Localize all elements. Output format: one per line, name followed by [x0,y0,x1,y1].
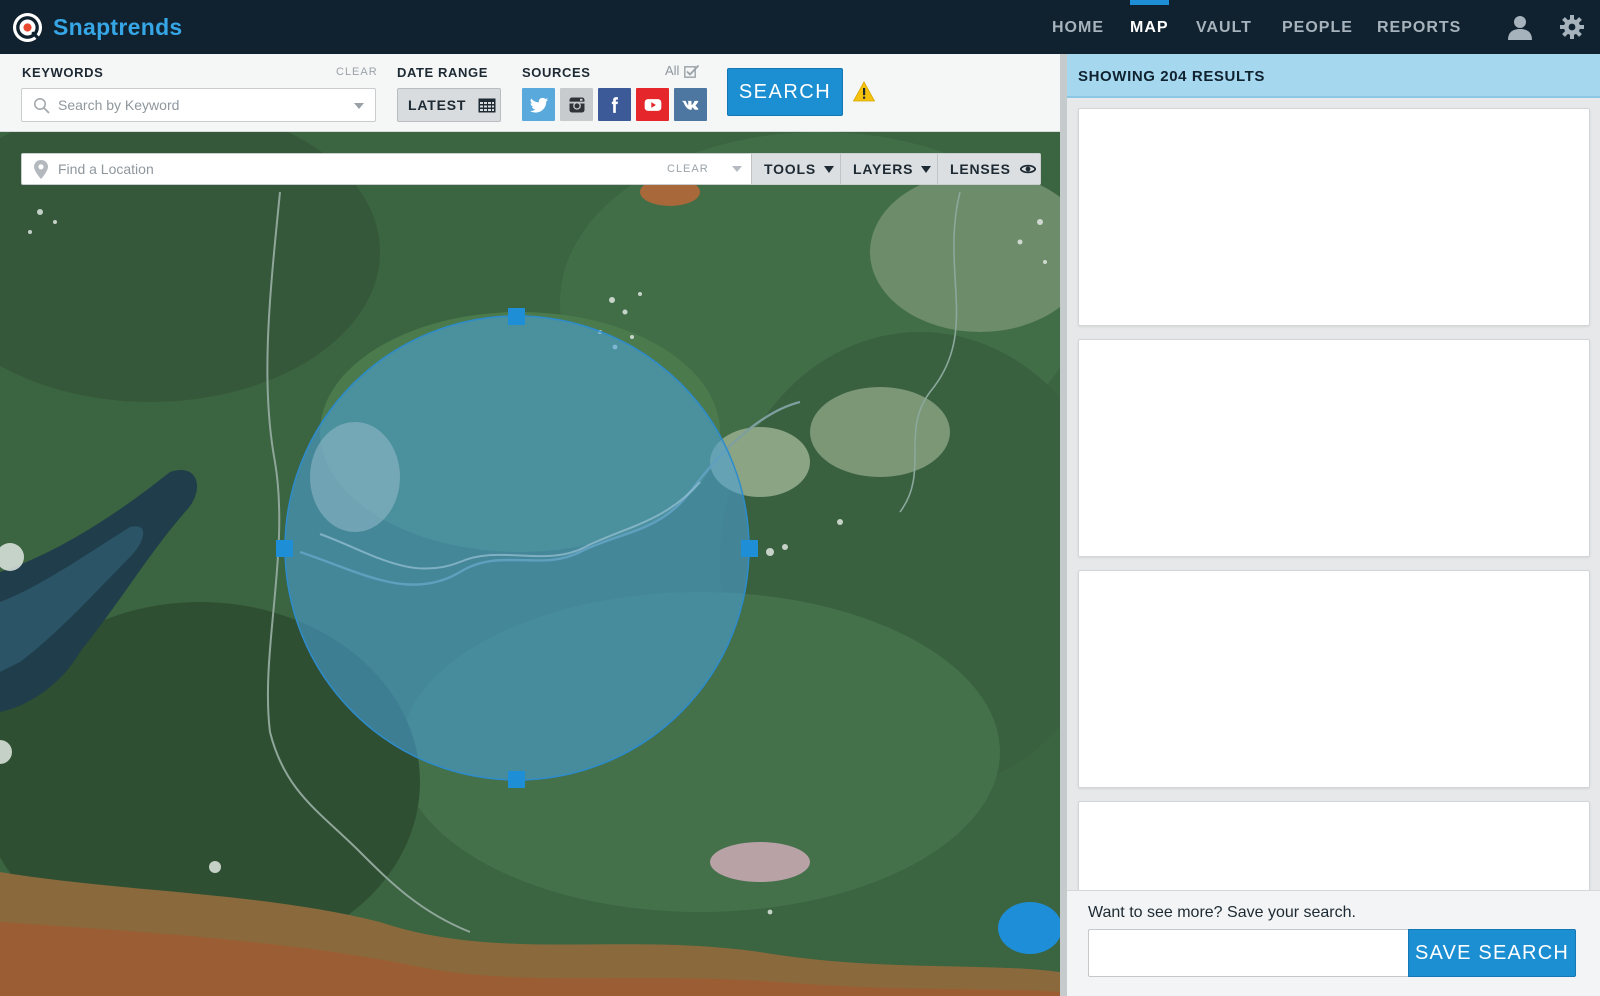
tools-label: TOOLS [764,161,816,177]
location-search-input[interactable] [58,154,638,184]
search-button[interactable]: SEARCH [727,68,843,116]
keywords-label: KEYWORDS [22,65,104,80]
radius-handle-right[interactable] [741,540,758,557]
sources-label: SOURCES [522,65,591,80]
facebook-icon [611,96,618,113]
source-youtube-toggle[interactable] [636,88,669,121]
satellite-map[interactable]: CLEAR TOOLS LAYERS LENSES [0,132,1060,996]
chevron-down-icon[interactable] [732,166,742,172]
lenses-label: LENSES [950,161,1011,177]
caret-down-icon [921,165,932,173]
save-search-prompt: Want to see more? Save your search. [1088,904,1356,921]
search-toolbar: KEYWORDS CLEAR DATE RANGE LATEST SOURCES… [0,54,1060,132]
warning-icon[interactable] [853,81,875,102]
tools-dropdown[interactable]: TOOLS [751,154,840,184]
result-card[interactable] [1078,108,1590,326]
radius-handle-left[interactable] [276,540,293,557]
keyword-search-field[interactable] [21,88,376,122]
radius-handle-top[interactable] [508,308,525,325]
chevron-down-icon[interactable] [354,103,364,109]
keywords-clear-button[interactable]: CLEAR [336,66,378,78]
save-search-area: Want to see more? Save your search. SAVE… [1067,890,1600,996]
results-count: SHOWING 204 RESULTS [1078,68,1265,85]
checkbox-checked-icon[interactable] [684,64,700,78]
layers-dropdown[interactable]: LAYERS [840,154,937,184]
source-vk-toggle[interactable] [674,88,707,121]
source-twitter-toggle[interactable] [522,88,555,121]
eye-icon [1019,164,1036,174]
instagram-icon [569,97,584,112]
calendar-icon [478,98,496,112]
layers-label: LAYERS [853,161,914,177]
date-range-label: DATE RANGE [397,65,488,80]
vk-icon [681,100,698,110]
nav-reports[interactable]: REPORTS [1377,0,1461,54]
location-pin-icon [34,160,48,179]
radius-handle-bottom[interactable] [508,771,525,788]
date-range-value: LATEST [408,97,467,113]
location-clear-button[interactable]: CLEAR [667,163,709,175]
results-header: SHOWING 204 RESULTS [1067,54,1600,98]
sources-all-label: All [665,63,680,78]
nav-people[interactable]: PEOPLE [1282,0,1353,54]
nav-home[interactable]: HOME [1052,0,1104,54]
nav-vault[interactable]: VAULT [1196,0,1252,54]
search-radius-circle[interactable] [0,132,1060,996]
top-navbar: Snaptrends HOME MAP VAULT PEOPLE REPORTS [0,0,1600,54]
brand[interactable]: Snaptrends [12,11,183,43]
results-panel: SHOWING 204 RESULTS Want to see more? Sa… [1067,54,1600,996]
user-profile-icon[interactable] [1506,13,1534,41]
save-search-button[interactable]: SAVE SEARCH [1408,929,1576,977]
snaptrends-logo-icon [12,12,43,42]
gear-icon[interactable] [1558,13,1586,41]
keyword-search-input[interactable] [58,89,338,121]
twitter-icon [529,97,548,113]
result-card[interactable] [1078,339,1590,557]
panel-splitter[interactable] [1060,54,1067,996]
nav-map[interactable]: MAP [1130,0,1169,54]
source-facebook-toggle[interactable] [598,88,631,121]
search-icon [34,98,50,114]
location-search-bar: CLEAR TOOLS LAYERS LENSES [21,153,1041,185]
result-card[interactable] [1078,570,1590,788]
sources-all-toggle[interactable]: All [665,63,700,78]
brand-name: Snaptrends [53,13,183,40]
date-range-button[interactable]: LATEST [397,88,501,122]
source-instagram-toggle[interactable] [560,88,593,121]
lenses-toggle[interactable]: LENSES [937,154,1040,184]
save-search-name-input[interactable] [1088,929,1408,977]
youtube-icon [644,98,661,111]
caret-down-icon [823,165,834,173]
